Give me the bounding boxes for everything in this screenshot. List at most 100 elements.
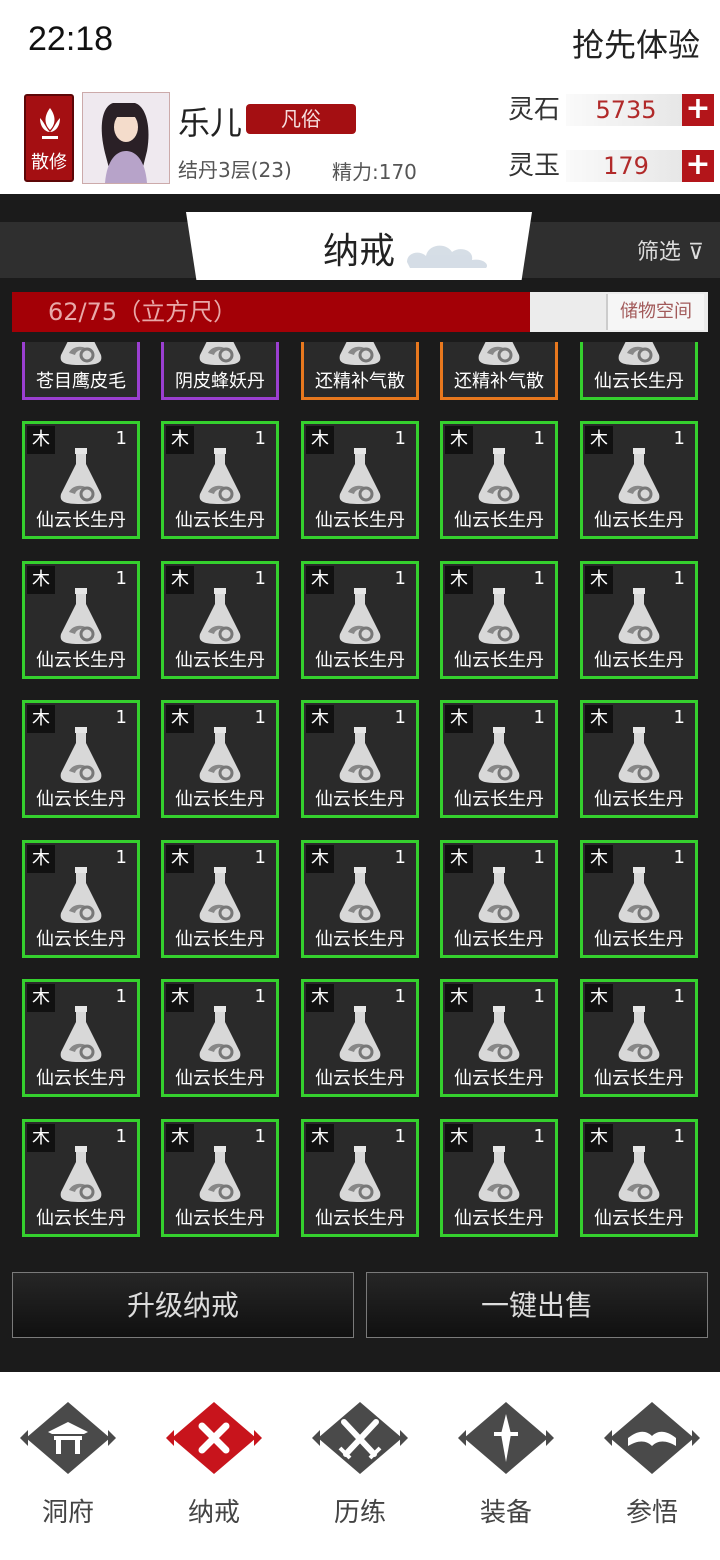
item-slot[interactable]: 阴皮蜂妖丹 [161, 342, 279, 400]
item-name: 仙云长生丹 [315, 789, 405, 810]
sell-all-button[interactable]: 一键出售 [366, 1272, 708, 1338]
item-quantity: 1 [254, 846, 266, 868]
element-tag: 木 [585, 844, 613, 873]
item-slot[interactable]: 木 1 仙云长生丹 [22, 560, 140, 679]
funnel-icon: ⊽ [687, 240, 704, 265]
inventory-panel: 纳戒 筛选 ⊽ 62/75（立方尺） 储物空间 苍目鹰皮毛 阴皮蜂妖丹 还精补气散 还… [0, 194, 720, 1372]
nav-item-equipment[interactable]: 装备 [446, 1398, 566, 1538]
item-slot[interactable]: 木 1 仙云长生丹 [580, 700, 698, 818]
item-quantity: 1 [394, 707, 406, 728]
sect-badge[interactable]: 散修 [24, 94, 74, 182]
elixir-bottle-icon [60, 342, 102, 365]
nav-label: 纳戒 [187, 1498, 240, 1528]
elixir-bottle-icon [618, 1145, 660, 1202]
item-slot[interactable]: 木 1 仙云长生丹 [301, 839, 419, 958]
item-slot[interactable]: 木 1 仙云长生丹 [580, 839, 698, 958]
add-spirit-stone-button[interactable]: + [682, 94, 714, 126]
item-slot[interactable]: 木 1 仙云长生丹 [22, 979, 140, 1097]
elixir-bottle-icon [60, 1006, 102, 1062]
item-slot[interactable]: 木 1 仙云长生丹 [301, 560, 419, 679]
item-name: 仙云长生丹 [454, 510, 544, 531]
element-tag: 木 [306, 1123, 334, 1152]
item-name: 仙云长生丹 [594, 649, 684, 671]
item-name: 仙云长生丹 [315, 510, 405, 531]
element-tag: 木 [27, 565, 55, 594]
nav-item-ring[interactable]: 纳戒 [154, 1398, 274, 1538]
item-slot[interactable]: 苍目鹰皮毛 [22, 342, 140, 400]
element-tag: 木 [306, 705, 334, 733]
nav-item-training[interactable]: 历练 [300, 1398, 420, 1538]
item-name: 仙云长生丹 [454, 649, 544, 671]
dagger-icon [458, 1402, 554, 1474]
item-name: 仙云长生丹 [594, 789, 684, 810]
element-tag: 木 [445, 426, 473, 454]
item-slot[interactable]: 木 1 仙云长生丹 [161, 979, 279, 1097]
elixir-bottle-icon [618, 342, 660, 365]
item-slot[interactable]: 木 1 仙云长生丹 [161, 1118, 279, 1237]
element-tag: 木 [585, 705, 613, 733]
elixir-bottle-icon [478, 342, 520, 365]
item-slot[interactable]: 木 1 仙云长生丹 [440, 979, 558, 1097]
item-slot[interactable]: 木 1 仙云长生丹 [301, 700, 419, 818]
item-quantity: 1 [394, 567, 406, 589]
item-slot[interactable]: 木 1 仙云长生丹 [301, 979, 419, 1097]
element-tag: 木 [445, 705, 473, 733]
elixir-bottle-icon [339, 866, 381, 923]
element-tag: 木 [27, 984, 55, 1012]
item-slot[interactable]: 木 1 仙云长生丹 [580, 1118, 698, 1237]
item-slot[interactable]: 木 1 仙云长生丹 [440, 1118, 558, 1237]
early-access-label[interactable]: 抢先体验 [572, 20, 700, 66]
add-spirit-jade-button[interactable]: + [682, 150, 714, 182]
item-slot[interactable]: 木 1 仙云长生丹 [580, 560, 698, 679]
item-quantity: 1 [394, 986, 406, 1007]
filter-button[interactable]: 筛选 ⊽ [637, 234, 704, 266]
elixir-bottle-icon [618, 448, 660, 504]
item-slot[interactable]: 木 1 仙云长生丹 [22, 839, 140, 958]
elixir-bottle-icon [618, 866, 660, 923]
item-quantity: 1 [254, 707, 266, 728]
item-quantity: 1 [533, 707, 545, 728]
item-slot[interactable]: 木 1 仙云长生丹 [22, 421, 140, 539]
item-slot[interactable]: 木 1 仙云长生丹 [301, 1118, 419, 1237]
pavilion-icon [20, 1402, 116, 1474]
elixir-bottle-icon [199, 1006, 241, 1062]
elixir-bottle-icon [478, 448, 520, 504]
item-slot[interactable]: 木 1 仙云长生丹 [580, 421, 698, 539]
item-slot[interactable]: 木 1 仙云长生丹 [440, 421, 558, 539]
elixir-bottle-icon [199, 727, 241, 783]
item-slot[interactable]: 木 1 仙云长生丹 [580, 979, 698, 1097]
item-slot[interactable]: 木 1 仙云长生丹 [161, 560, 279, 679]
item-slot[interactable]: 还精补气散 [440, 342, 558, 400]
storage-space-button[interactable]: 储物空间 [606, 294, 704, 330]
item-name: 仙云长生丹 [36, 1207, 126, 1229]
elixir-bottle-icon [478, 1145, 520, 1202]
elixir-bottle-icon [60, 866, 102, 923]
item-slot[interactable]: 木 1 仙云长生丹 [161, 700, 279, 818]
item-name: 仙云长生丹 [454, 1068, 544, 1089]
upgrade-ring-button[interactable]: 升级纳戒 [12, 1272, 354, 1338]
item-slot[interactable]: 木 1 仙云长生丹 [161, 421, 279, 539]
cloud-decoration-icon [407, 245, 488, 268]
elixir-bottle-icon [339, 1145, 381, 1202]
item-slot[interactable]: 木 1 仙云长生丹 [301, 421, 419, 539]
item-quantity: 1 [254, 986, 266, 1007]
item-slot[interactable]: 木 1 仙云长生丹 [22, 700, 140, 818]
item-slot[interactable]: 还精补气散 [301, 342, 419, 400]
nav-item-cave[interactable]: 洞府 [8, 1398, 128, 1538]
avatar[interactable] [82, 92, 170, 184]
item-name: 仙云长生丹 [594, 510, 684, 531]
item-slot[interactable]: 木 1 仙云长生丹 [22, 1118, 140, 1237]
item-quantity: 1 [673, 986, 685, 1007]
player-name: 乐儿 [178, 104, 243, 142]
bottom-nav: 洞府 纳戒 历练 装备 参悟 [0, 1372, 720, 1560]
item-slot[interactable]: 木 1 仙云长生丹 [440, 560, 558, 679]
nav-item-comprehend[interactable]: 参悟 [592, 1398, 712, 1538]
item-name: 仙云长生丹 [315, 928, 405, 950]
item-slot[interactable]: 木 1 仙云长生丹 [440, 839, 558, 958]
item-slot[interactable]: 木 1 仙云长生丹 [161, 839, 279, 958]
elixir-bottle-icon [478, 866, 520, 923]
item-name: 仙云长生丹 [175, 1068, 265, 1089]
item-slot[interactable]: 木 1 仙云长生丹 [440, 700, 558, 818]
elixir-bottle-icon [339, 727, 381, 783]
item-slot[interactable]: 仙云长生丹 [580, 342, 698, 400]
